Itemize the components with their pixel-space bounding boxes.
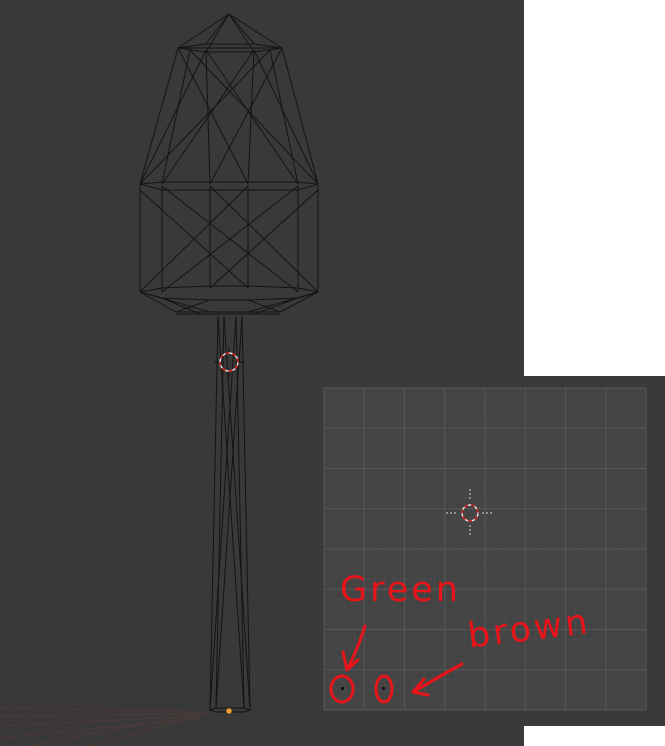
object-origin-dot-icon[interactable] bbox=[225, 707, 233, 715]
tree-mesh-wireframe[interactable] bbox=[139, 13, 319, 713]
uv-image-editor[interactable] bbox=[308, 376, 665, 726]
floor-grid bbox=[0, 707, 206, 746]
brown-uv-point[interactable] bbox=[382, 687, 385, 690]
green-uv-point[interactable] bbox=[341, 687, 344, 690]
uv-canvas[interactable] bbox=[308, 376, 665, 726]
green-label-annotation: Green bbox=[340, 570, 461, 610]
